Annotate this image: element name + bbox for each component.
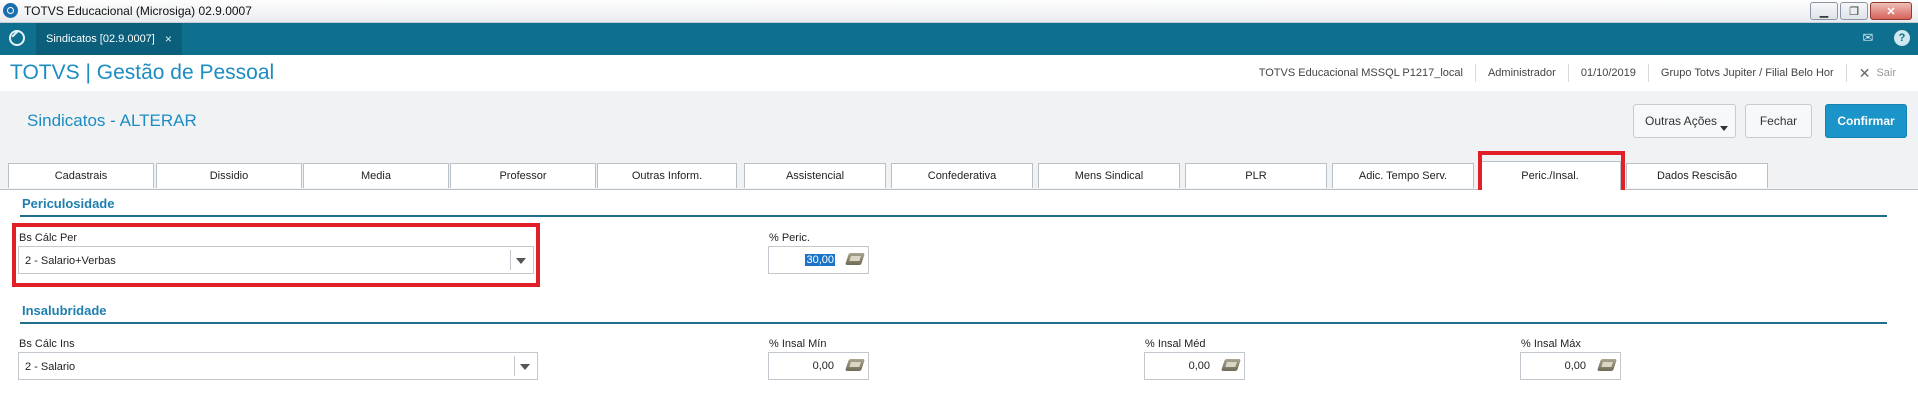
- tab-adic-tempo-serv[interactable]: Adic. Tempo Serv.: [1332, 163, 1474, 188]
- mail-icon[interactable]: ✉: [1860, 30, 1876, 46]
- tab-mens-sindical[interactable]: Mens Sindical: [1038, 163, 1180, 188]
- bs-calc-ins-select[interactable]: 2 - Salario: [18, 352, 538, 380]
- perc-peric-label: % Peric.: [769, 232, 810, 244]
- insal-med-label: % Insal Méd: [1145, 338, 1206, 350]
- perc-peric-value: 30,00: [805, 254, 835, 266]
- perc-peric-field[interactable]: 30,00: [768, 246, 869, 274]
- exit-button[interactable]: ✕ Sair: [1845, 64, 1908, 82]
- environment-info: TOTVS Educacional MSSQL P1217_local: [1258, 67, 1463, 79]
- highlight-bs-calc-per: [12, 223, 540, 287]
- user-info: Administrador: [1474, 64, 1568, 82]
- window-title-bar: TOTVS Educacional (Microsiga) 02.9.0007 …: [0, 0, 1918, 23]
- tab-confederativa[interactable]: Confederativa: [891, 163, 1033, 188]
- caret-down-icon: [1720, 126, 1728, 131]
- insal-med-field[interactable]: 0,00: [1144, 352, 1245, 380]
- window-title: TOTVS Educacional (Microsiga) 02.9.0007: [24, 4, 252, 18]
- close-button[interactable]: Fechar: [1745, 104, 1812, 138]
- page-title: Sindicatos - ALTERAR: [27, 111, 197, 130]
- insal-min-field[interactable]: 0,00: [768, 352, 869, 380]
- calculator-icon[interactable]: [1597, 359, 1617, 371]
- insal-min-label: % Insal Mín: [769, 338, 827, 350]
- minimize-icon[interactable]: ▁: [1810, 2, 1838, 20]
- tab-plr[interactable]: PLR: [1185, 163, 1327, 188]
- dropdown-arrow-icon: [520, 364, 530, 370]
- restore-icon[interactable]: ❐: [1840, 2, 1868, 20]
- help-icon[interactable]: ?: [1894, 30, 1910, 46]
- session-info: TOTVS Educacional MSSQL P1217_local Admi…: [1247, 55, 1908, 91]
- app-tab-strip: Sindicatos [02.9.0007] × ✉ ?: [0, 23, 1918, 55]
- tab-media[interactable]: Media: [303, 163, 449, 188]
- bs-calc-ins-value: 2 - Salario: [25, 361, 76, 373]
- close-window-icon[interactable]: ✕: [1870, 2, 1912, 20]
- window-controls: ▁ ❐ ✕: [1810, 2, 1912, 20]
- insal-max-label: % Insal Máx: [1521, 338, 1581, 350]
- other-actions-button[interactable]: Outras Ações: [1633, 104, 1736, 138]
- branch-info: Grupo Totvs Jupiter / Filial Belo Hor: [1647, 64, 1846, 82]
- insal-min-value: 0,00: [812, 360, 834, 372]
- confirm-button[interactable]: Confirmar: [1825, 104, 1907, 138]
- exit-icon: ✕: [1858, 64, 1871, 81]
- app-logo-icon: [3, 3, 18, 18]
- tab-cadastrais[interactable]: Cadastrais: [8, 163, 154, 188]
- periculosidade-divider: [20, 215, 1887, 217]
- insal-med-value: 0,00: [1188, 360, 1210, 372]
- insalubridade-divider: [20, 322, 1887, 324]
- calculator-icon[interactable]: [1221, 359, 1241, 371]
- insalubridade-title: Insalubridade: [22, 303, 107, 318]
- insal-max-value: 0,00: [1564, 360, 1586, 372]
- folder-tabs: Cadastrais Dissidio Media Professor Outr…: [0, 161, 1918, 190]
- insal-max-field[interactable]: 0,00: [1520, 352, 1621, 380]
- tab-dados-rescisao[interactable]: Dados Rescisão: [1626, 163, 1768, 188]
- app-header: TOTVS | Gestão de Pessoal TOTVS Educacio…: [0, 55, 1918, 92]
- tab-outras-inform[interactable]: Outras Inform.: [597, 163, 737, 188]
- close-tab-icon[interactable]: ×: [165, 32, 172, 46]
- highlight-active-tab: [1478, 151, 1625, 195]
- calculator-icon[interactable]: [845, 359, 865, 371]
- date-info: 01/10/2019: [1567, 64, 1648, 82]
- tab-assistencial[interactable]: Assistencial: [744, 163, 886, 188]
- tab-dissidio[interactable]: Dissidio: [156, 163, 302, 188]
- calculator-icon[interactable]: [845, 253, 865, 265]
- bs-calc-ins-label: Bs Cálc Ins: [19, 338, 75, 350]
- totvs-menu-icon[interactable]: [9, 30, 25, 46]
- exit-label: Sair: [1876, 67, 1896, 79]
- tab-professor[interactable]: Professor: [450, 163, 596, 188]
- page-title-area: Sindicatos - ALTERAR Outras Ações Fechar…: [0, 91, 1918, 161]
- brand-title: TOTVS | Gestão de Pessoal: [10, 61, 275, 84]
- periculosidade-title: Periculosidade: [22, 196, 115, 211]
- app-tab-sindicatos[interactable]: Sindicatos [02.9.0007] ×: [36, 23, 182, 55]
- app-tab-label: Sindicatos [02.9.0007]: [46, 33, 155, 45]
- other-actions-label: Outras Ações: [1645, 114, 1718, 128]
